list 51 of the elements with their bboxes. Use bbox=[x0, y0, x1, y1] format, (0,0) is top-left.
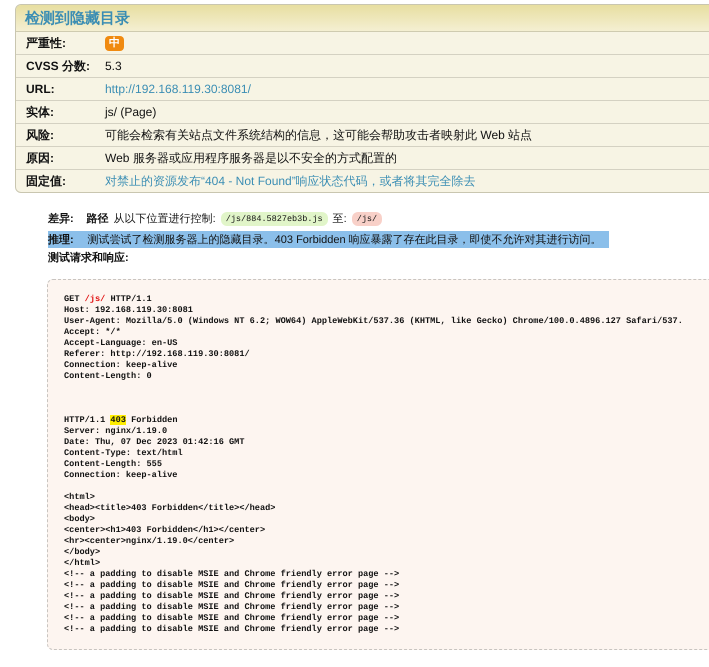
code-line: Server: nginx/1.19.0 bbox=[64, 426, 168, 437]
field-link[interactable]: http://192.168.119.30:8081/ bbox=[105, 82, 251, 96]
code-line: <!-- a padding to disable MSIE and Chrome friendly error page --> bbox=[64, 602, 400, 613]
code-line: </html> bbox=[64, 558, 100, 569]
code-line: Content-Length: 0 bbox=[64, 371, 153, 382]
issue-title: 检测到隐藏目录 bbox=[25, 8, 130, 28]
to-value-chip: /js/ bbox=[352, 212, 382, 226]
code-line: Date: Thu, 07 Dec 2023 01:42:16 GMT bbox=[64, 437, 246, 448]
code-line: <head><title>403 Forbidden</title></head> bbox=[64, 503, 276, 514]
code-line: GET /js/ HTTP/1.1 bbox=[64, 294, 153, 305]
code-line: Accept-Language: en-US bbox=[64, 338, 178, 349]
code-line: <html> bbox=[64, 492, 96, 503]
reasoning-label: 推理: bbox=[48, 233, 74, 247]
code-line: <!-- a padding to disable MSIE and Chrome friendly error page --> bbox=[64, 580, 400, 591]
diff-from-text: 从以下位置进行控制: bbox=[114, 212, 216, 226]
code-line: HTTP/1.1 403 Forbidden bbox=[64, 415, 178, 426]
code-line: <!-- a padding to disable MSIE and Chrome friendly error page --> bbox=[64, 591, 400, 602]
section-heading: 测试请求和响应: bbox=[48, 250, 130, 265]
field-label: 固定值: bbox=[25, 172, 67, 190]
code-line: <!-- a padding to disable MSIE and Chrome friendly error page --> bbox=[64, 613, 400, 624]
field-label: URL: bbox=[25, 82, 56, 96]
code-line: </body> bbox=[64, 547, 102, 558]
from-value-chip: /js/884.5827eb3b.js bbox=[220, 212, 328, 226]
field-link[interactable]: 对禁止的资源发布“404 - Not Found”响应状态代码，或者将其完全除去 bbox=[105, 172, 476, 190]
diff-to-text: 至: bbox=[332, 212, 347, 226]
code-line: <center><h1>403 Forbidden</h1></center> bbox=[64, 525, 266, 536]
code-line: Connection: keep-alive bbox=[64, 360, 178, 371]
code-line: Accept: */* bbox=[64, 327, 122, 338]
code-line: Connection: keep-alive bbox=[64, 470, 178, 481]
code-line: <!-- a padding to disable MSIE and Chrome friendly error page --> bbox=[64, 624, 400, 635]
code-line: <hr><center>nginx/1.19.0</center> bbox=[64, 536, 236, 547]
code-line: <body> bbox=[64, 514, 96, 525]
severity-badge: 中 bbox=[105, 36, 124, 50]
code-line: <!-- a padding to disable MSIE and Chrome friendly error page --> bbox=[64, 569, 400, 580]
diff-field: 路径 bbox=[86, 211, 109, 226]
field-label: 严重性: bbox=[25, 34, 67, 52]
diff-label: 差异: bbox=[48, 212, 74, 226]
field-label: 风险: bbox=[25, 126, 55, 144]
code-line: Content-Type: text/html bbox=[64, 448, 184, 459]
field-value: 可能会检索有关站点文件系统结构的信息，这可能会帮助攻击者映射此 Web 站点 bbox=[105, 126, 532, 144]
field-label: 原因: bbox=[25, 150, 55, 166]
reasoning-text: 测试尝试了检测服务器上的隐藏目录。403 Forbidden 响应暴露了存在此目录，即使不允许对其进行访问。 bbox=[88, 232, 602, 247]
field-label: CVSS 分数: bbox=[25, 58, 92, 74]
field-value: 5.3 bbox=[105, 59, 122, 73]
code-line: Content-Length: 555 bbox=[64, 459, 163, 470]
field-value: js/ (Page) bbox=[105, 105, 156, 119]
code-line: User-Agent: Mozilla/5.0 (Windows NT 6.2; WOW64) AppleWebKit/537.36 (KHTML, like Gecko) Chrome/100.0.4896.127 Safari/537. bbox=[64, 316, 684, 327]
field-value: Web 服务器或应用程序服务器是以不安全的方式配置的 bbox=[105, 150, 397, 166]
code-line: Referer: http://192.168.119.30:8081/ bbox=[64, 349, 251, 360]
code-line: Host: 192.168.119.30:8081 bbox=[64, 305, 194, 316]
field-label: 实体: bbox=[25, 104, 55, 120]
